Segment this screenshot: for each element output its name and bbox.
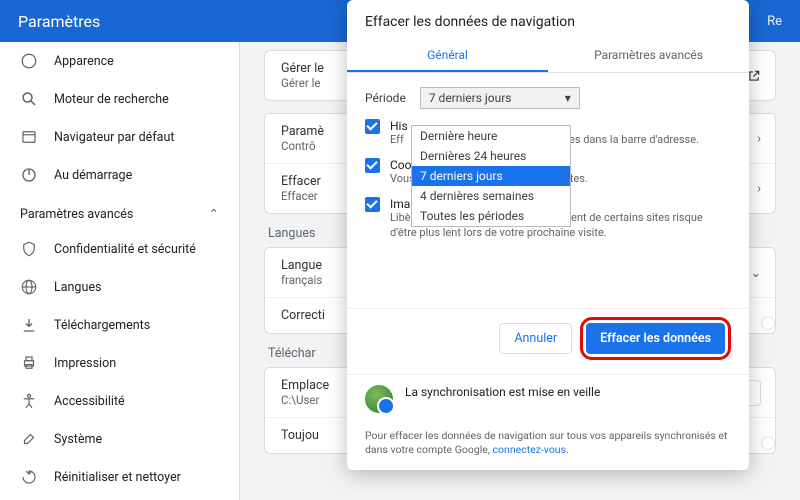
download-icon: [20, 316, 38, 334]
dialog-footer: Annuler Effacer les données: [347, 308, 749, 374]
cancel-button[interactable]: Annuler: [499, 323, 572, 354]
row-title: Gérer le: [281, 61, 324, 76]
sidebar-item-system[interactable]: Système: [0, 420, 239, 458]
checkbox-checked-icon[interactable]: [365, 197, 380, 212]
restore-icon: [20, 468, 38, 486]
dialog-tabs: Général Paramètres avancés: [347, 40, 749, 73]
sidebar-item-privacy[interactable]: Confidentialité et sécurité: [0, 230, 239, 268]
row-subtitle: Contrô: [281, 139, 324, 153]
row-subtitle: C:\User: [281, 393, 329, 407]
browser-icon: [20, 128, 38, 146]
sidebar-item-languages[interactable]: Langues: [0, 268, 239, 306]
row-subtitle: Gérer le: [281, 76, 324, 90]
sidebar-label: Langues: [54, 280, 101, 295]
sidebar-label: Confidentialité et sécurité: [54, 242, 196, 257]
chevron-right-icon: ›: [757, 131, 761, 146]
sidebar-advanced-toggle[interactable]: Paramètres avancés⌃: [0, 194, 239, 230]
search-text: Re: [767, 14, 782, 29]
period-selected-value: 7 derniers jours: [429, 91, 512, 105]
sidebar-item-print[interactable]: Impression: [0, 344, 239, 382]
sidebar-label: Accessibilité: [54, 394, 125, 409]
sidebar-item-appearance[interactable]: Apparence: [0, 42, 239, 80]
chevron-right-icon: ›: [757, 181, 761, 196]
tab-advanced[interactable]: Paramètres avancés: [548, 40, 749, 72]
palette-icon: [20, 52, 38, 70]
period-option[interactable]: Dernières 24 heures: [412, 146, 570, 166]
sidebar-item-downloads[interactable]: Téléchargements: [0, 306, 239, 344]
sync-notice: La synchronisation est mise en veille: [347, 374, 749, 423]
sidebar-item-a11y[interactable]: Accessibilité: [0, 382, 239, 420]
sidebar-label: Téléchargements: [54, 318, 150, 333]
settings-sidebar: Apparence Moteur de recherche Navigateur…: [0, 42, 240, 500]
dialog-title: Effacer les données de navigation: [347, 0, 749, 40]
print-icon: [20, 354, 38, 372]
clear-data-dialog: Effacer les données de navigation Généra…: [347, 0, 749, 470]
external-link-icon: [747, 69, 761, 83]
period-option[interactable]: 4 dernières semaines: [412, 186, 570, 206]
shield-icon: [20, 240, 38, 258]
row-subtitle: français: [281, 273, 322, 287]
row-title: Toujou: [281, 428, 319, 443]
sidebar-item-reset[interactable]: Réinitialiser et nettoyer: [0, 458, 239, 496]
sidebar-label: Réinitialiser et nettoyer: [54, 470, 181, 485]
chevron-down-icon: ⌄: [751, 265, 761, 281]
avatar-sync-icon: [365, 385, 393, 413]
dialog-body: Période 7 derniers jours ▾ Dernière heur…: [347, 73, 749, 308]
sidebar-label: Système: [54, 432, 102, 447]
sidebar-label: Au démarrage: [54, 168, 132, 183]
search-icon: [20, 90, 38, 108]
row-title: Correcti: [281, 308, 325, 323]
power-icon: [20, 166, 38, 184]
checkbox-checked-icon[interactable]: [365, 119, 380, 134]
sidebar-item-default-browser[interactable]: Navigateur par défaut: [0, 118, 239, 156]
row-subtitle: Effacer: [281, 189, 321, 203]
checkbox-checked-icon[interactable]: [365, 158, 380, 173]
globe-icon: [20, 278, 38, 296]
sync-title: La synchronisation est mise en veille: [405, 385, 731, 399]
sidebar-item-search-engine[interactable]: Moteur de recherche: [0, 80, 239, 118]
accessibility-icon: [20, 392, 38, 410]
signin-link[interactable]: connectez-vous: [493, 443, 566, 456]
sidebar-label: Impression: [54, 356, 116, 371]
chevron-up-icon: ⌃: [209, 206, 219, 222]
tab-basic[interactable]: Général: [347, 40, 548, 72]
sidebar-label: Moteur de recherche: [54, 92, 169, 107]
period-label: Période: [365, 91, 406, 105]
tools-icon: [20, 430, 38, 448]
period-dropdown: Dernière heure Dernières 24 heures 7 der…: [411, 125, 571, 227]
highlight-ring: Effacer les données: [580, 317, 731, 360]
sync-footer-text: Pour effacer les données de navigation s…: [347, 423, 749, 470]
period-option-selected[interactable]: 7 derniers jours: [412, 166, 570, 186]
row-title: Effacer: [281, 174, 321, 189]
sidebar-item-startup[interactable]: Au démarrage: [0, 156, 239, 194]
sidebar-label: Navigateur par défaut: [54, 130, 174, 145]
page-title: Paramètres: [18, 12, 100, 31]
period-select[interactable]: 7 derniers jours ▾: [420, 87, 580, 109]
sidebar-label: Apparence: [54, 54, 114, 69]
dropdown-arrow-icon: ▾: [565, 91, 571, 105]
clear-data-button[interactable]: Effacer les données: [586, 323, 725, 354]
row-title: Langue: [281, 258, 322, 273]
period-option[interactable]: Dernière heure: [412, 126, 570, 146]
period-option[interactable]: Toutes les périodes: [412, 206, 570, 226]
row-title: Emplace: [281, 378, 329, 393]
row-title: Paramè: [281, 124, 324, 139]
